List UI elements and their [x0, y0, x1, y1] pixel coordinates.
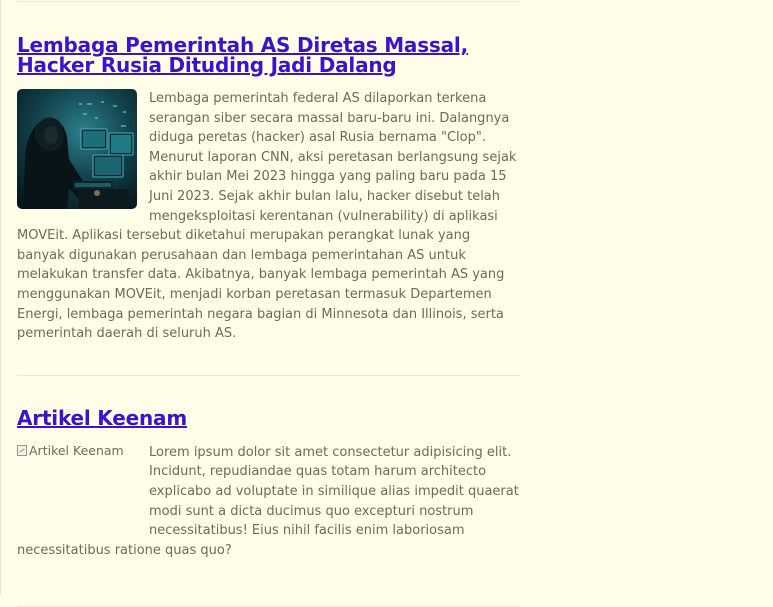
image-alt-text: Artikel Keenam [29, 442, 124, 458]
article-2: Artikel Keenam Artikel Keenam Lorem ipsu… [17, 408, 520, 561]
article-1-body: Lembaga pemerintah federal AS dilaporkan… [17, 89, 520, 344]
article-divider [17, 1, 520, 2]
article-divider [17, 374, 520, 376]
article-1-title[interactable]: Lembaga Pemerintah AS Diretas Massal, Ha… [17, 35, 520, 75]
article-list: Lembaga Pemerintah AS Diretas Massal, Ha… [17, 0, 520, 607]
article-2-image: Artikel Keenam [17, 443, 137, 538]
hacker-hoodie-image [17, 89, 137, 209]
article-2-body: Artikel Keenam Lorem ipsum dolor sit ame… [17, 443, 520, 561]
article-1: Lembaga Pemerintah AS Diretas Massal, Ha… [17, 35, 520, 344]
page-left-border [0, 0, 1, 595]
article-2-title[interactable]: Artikel Keenam [17, 408, 520, 428]
broken-image-icon [17, 444, 27, 456]
